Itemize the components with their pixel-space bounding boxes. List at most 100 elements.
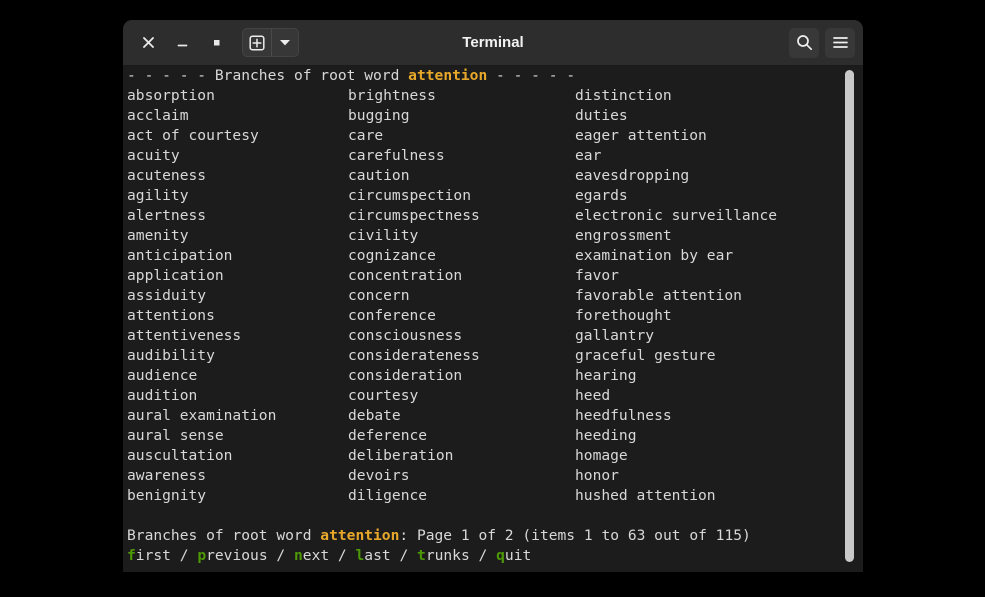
word-row: audition courtesy heed [127,386,837,406]
word-item: hearing [575,367,637,384]
command-line: first / previous / next / last / trunks … [127,546,837,566]
word-item: courtesy [348,387,419,404]
command-first[interactable]: first [127,547,171,564]
hamburger-menu-icon [832,37,848,48]
word-item: eavesdropping [575,167,690,184]
word-item: honor [575,467,619,484]
command-shortcut-key: q [496,547,505,564]
word-item: anticipation [127,247,233,264]
terminal-output: - - - - - Branches of root word attentio… [127,66,837,566]
terminal-window: Terminal - - - - - Branches of root word… [123,20,863,572]
word-row: awareness devoirs honor [127,466,837,486]
scrollbar-thumb[interactable] [845,70,854,562]
word-item: heed [575,387,611,404]
word-row: aural sense deference heeding [127,426,837,446]
command-trunks[interactable]: trunks [417,547,470,564]
word-item: audience [127,367,198,384]
menu-button[interactable] [825,27,855,58]
command-shortcut-key: p [197,547,207,564]
word-item: acclaim [127,107,189,124]
command-shortcut-key: n [293,547,303,564]
scrollbar-track[interactable] [843,70,857,570]
new-tab-button[interactable] [243,29,271,56]
minimize-icon [177,44,187,47]
word-item: consciousness [348,327,463,344]
command-label-rest: ext [302,547,330,564]
word-item: aural examination [127,407,277,424]
title-bar: Terminal [123,20,863,66]
word-item: eager attention [575,127,707,144]
word-row: attentions conference forethought [127,306,837,326]
new-tab-dropdown-button[interactable] [272,29,298,56]
titlebar-actions [789,20,855,65]
word-item: graceful gesture [575,347,716,364]
status-suffix: : Page 1 of 2 (items 1 to 63 out of 115) [399,527,751,544]
word-item: acuity [127,147,180,164]
word-item: auscultation [127,447,233,464]
command-separator: / [267,547,294,564]
command-shortcut-key: t [417,547,426,564]
word-row: amenity civility engrossment [127,226,837,246]
chevron-down-icon [280,40,290,46]
word-item: forethought [575,307,672,324]
word-row: alertness circumspectness electronic surve… [127,206,837,226]
word-row: acclaim bugging duties [127,106,837,126]
window-controls [131,20,299,65]
word-item: absorption [127,87,215,104]
word-item: audibility [127,347,215,364]
word-item: hushed attention [575,487,716,504]
word-item: benignity [127,487,207,504]
word-row: auscultation deliberation homage [127,446,837,466]
header-root-word: attention [408,67,488,84]
status-prefix: Branches of root word [127,527,321,544]
command-label-rest: revious [206,547,268,564]
close-button[interactable] [131,26,165,60]
search-icon [796,35,812,51]
word-item: alertness [127,207,207,224]
word-item: diligence [348,487,428,504]
word-item: favor [575,267,619,284]
minimize-button[interactable] [165,26,199,60]
word-item: deference [348,427,428,444]
command-last[interactable]: last [356,547,391,564]
word-row: act of courtesy care eager attention [127,126,837,146]
word-item: electronic surveillance [575,207,778,224]
word-item: carefulness [348,147,445,164]
word-item: application [127,267,224,284]
search-button[interactable] [789,27,819,58]
word-item: amenity [127,227,189,244]
word-row: audibility considerateness graceful gestur… [127,346,837,366]
command-label-rest: irst [135,547,171,564]
command-quit[interactable]: quit [496,547,531,564]
word-row: aural examination debate heedfulness [127,406,837,426]
word-item: concern [348,287,410,304]
command-next[interactable]: next [294,547,329,564]
word-item: bugging [348,107,410,124]
command-label-rest: ast [364,547,391,564]
status-root-word: attention [320,527,400,544]
word-row: acuteness caution eavesdropping [127,166,837,186]
word-item: deliberation [348,447,454,464]
command-previous[interactable]: previous [197,547,267,564]
word-item: circumspectness [348,207,480,224]
word-item: cognizance [348,247,436,264]
word-row: attentiveness consciousness gallantry [127,326,837,346]
word-item: egards [575,187,628,204]
maximize-button[interactable] [199,26,233,60]
command-separator: / [170,547,198,564]
word-item: consideration [348,367,463,384]
header-prefix: Branches of root word [214,67,409,84]
word-item: homage [575,447,628,464]
close-icon [142,37,154,48]
terminal-body[interactable]: - - - - - Branches of root word attentio… [123,66,863,572]
word-item: heedfulness [575,407,672,424]
word-item: debate [348,407,401,424]
command-label-rest: uit [504,547,532,564]
command-separator: / [390,547,418,564]
word-item: circumspection [348,187,472,204]
word-item: examination by ear [575,247,734,264]
word-item: ear [575,147,602,164]
word-row: assiduity concern favorable attention [127,286,837,306]
word-item: attentiveness [127,327,242,344]
